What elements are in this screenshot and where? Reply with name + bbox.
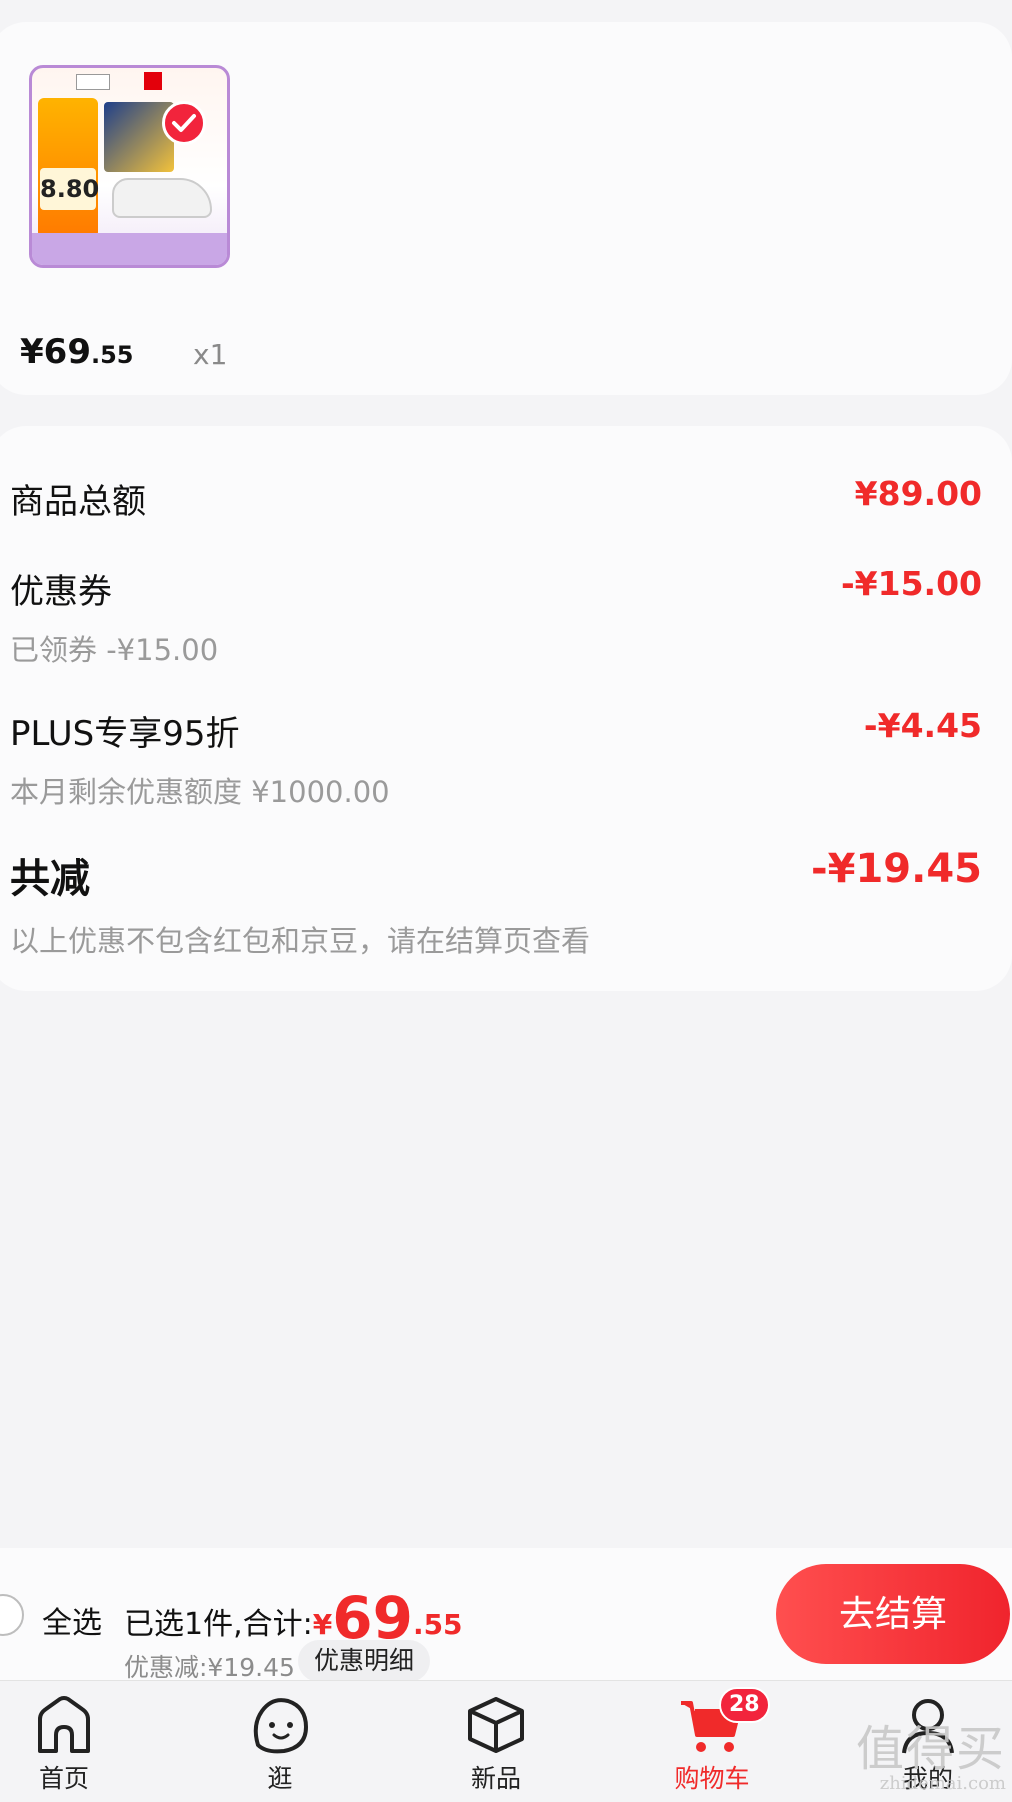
total-cut-value: -¥19.45 [811,846,982,892]
product-price-integer: ¥69 [20,332,91,372]
promo-price: 8.80 [40,168,99,210]
coupon-row[interactable]: 优惠券 已领券 -¥15.00 -¥15.00 [10,564,982,669]
total-currency: ¥ [312,1608,333,1641]
tab-cart-label: 购物车 [674,1764,750,1793]
tab-cart[interactable]: 28 购物车 [657,1687,770,1795]
tab-home[interactable]: 首页 [9,1695,119,1795]
tab-browse[interactable]: 逛 [225,1695,335,1795]
checkout-button[interactable]: 去结算 [776,1564,1010,1664]
discount-amount: 优惠减:¥19.45 [124,1653,295,1682]
cart-count-badge: 28 [719,1687,770,1723]
watermark: 值得买 zhidemai.com [856,1709,1006,1794]
watermark-logo: 值得买 [855,1721,1006,1777]
select-all-label[interactable]: 全选 [42,1598,102,1642]
coupon-label: 优惠券 [10,572,112,612]
plus-discount-row[interactable]: PLUS专享95折 本月剩余优惠额度 ¥1000.00 -¥4.45 [10,706,982,811]
discount-detail-button[interactable]: 优惠明细 [298,1640,431,1682]
total-cut-note: 以上优惠不包含红包和京豆，请在结算页查看 [10,924,591,958]
plus-label: PLUS专享95折 [10,714,240,754]
plus-value: -¥4.45 [863,706,982,745]
goods-total-row: 商品总额 ¥89.00 [10,474,982,523]
product-price-decimal: .55 [90,341,134,369]
tab-home-label: 首页 [38,1764,89,1793]
selected-text: 已选1件,合计: [124,1607,313,1642]
shuttle-image [112,178,212,218]
product-price: ¥69.55 [20,332,134,372]
store-logo [76,74,110,90]
total-decimal: .55 [412,1608,463,1641]
promo-footer [32,233,227,265]
face-icon [253,1698,309,1754]
lego-logo [144,72,162,90]
plus-sub: 本月剩余优惠额度 ¥1000.00 [10,775,390,809]
product-thumbnail[interactable]: 8.80 [29,65,230,268]
price-summary-card: 商品总额 ¥89.00 优惠券 已领券 -¥15.00 -¥15.00 PLUS… [0,426,1012,991]
product-card: 8.80 ¥69.55 x1 [0,22,1012,395]
goods-total-label: 商品总额 [10,482,146,522]
coupon-sub: 已领券 -¥15.00 [10,633,219,667]
coupon-value: -¥15.00 [840,564,982,603]
tab-browse-label: 逛 [267,1764,293,1793]
selected-check-icon[interactable] [162,101,206,145]
total-cut-row: 共减 以上优惠不包含红包和京豆，请在结算页查看 -¥19.45 [10,846,982,960]
bottom-tab-bar: 首页 逛 新品 28 购物车 我的 值得买 zhidemai.com [0,1680,1012,1802]
product-quantity: x1 [193,338,228,371]
cube-icon [468,1697,524,1753]
checkout-bar: 全选 已选1件,合计:¥69.55 优惠减:¥19.45 优惠明细 去结算 [0,1548,1012,1682]
goods-total-value: ¥89.00 [854,474,982,513]
select-all-radio[interactable] [0,1594,24,1636]
tab-new-label: 新品 [470,1764,521,1793]
home-icon [38,1696,90,1753]
tab-new[interactable]: 新品 [441,1695,551,1795]
